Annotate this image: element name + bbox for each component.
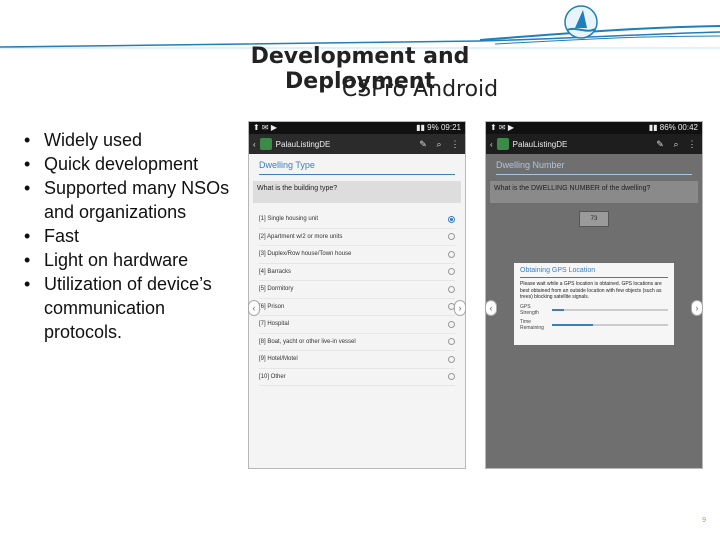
radio-icon[interactable] bbox=[448, 268, 455, 276]
option-label: [5] Dormitory bbox=[259, 286, 294, 293]
dialog-title: Obtaining GPS Location bbox=[520, 267, 668, 278]
radio-icon[interactable] bbox=[448, 355, 455, 363]
option-row[interactable]: [6] Prison bbox=[259, 299, 455, 316]
field-title: Dwelling Number bbox=[496, 160, 692, 175]
radio-icon[interactable] bbox=[448, 338, 455, 346]
option-label: [7] Hospital bbox=[259, 321, 290, 328]
app-icon bbox=[496, 138, 509, 150]
radio-icon[interactable] bbox=[448, 320, 455, 328]
time-remaining-bar bbox=[552, 323, 668, 326]
status-clock: ▮▮ 86% 00:42 bbox=[648, 123, 698, 132]
option-row[interactable]: [5] Dormitory bbox=[259, 281, 455, 299]
radio-icon[interactable] bbox=[448, 233, 455, 241]
previous-arrow-icon[interactable]: ‹ bbox=[485, 300, 497, 316]
page-number: 9 bbox=[702, 517, 706, 524]
overflow-menu-icon[interactable]: ⋮ bbox=[449, 139, 461, 150]
option-row[interactable]: [9] Hotel/Motel bbox=[259, 351, 455, 369]
feature-bullet-list: Widely used Quick development Supported … bbox=[22, 128, 237, 344]
next-arrow-icon[interactable]: › bbox=[454, 300, 466, 316]
option-row[interactable]: [4] Barracks bbox=[259, 264, 455, 281]
radio-icon[interactable] bbox=[448, 285, 455, 293]
field-title: Dwelling Type bbox=[259, 160, 455, 175]
option-label: [6] Prison bbox=[259, 303, 285, 310]
bullet-item: Widely used bbox=[22, 128, 237, 152]
status-icons: ⬆ ✉ ▶ bbox=[253, 123, 278, 132]
bullet-item: Fast bbox=[22, 224, 237, 248]
bullet-item: Supported many NSOs and organizations bbox=[22, 176, 237, 224]
status-bar: ⬆ ✉ ▶ ▮▮ 9% 09:21 bbox=[249, 122, 465, 134]
app-icon bbox=[259, 138, 272, 150]
answer-input[interactable]: 73 bbox=[579, 211, 609, 227]
option-label: [4] Barracks bbox=[259, 268, 292, 275]
question-text: What is the building type? bbox=[253, 181, 461, 203]
option-row[interactable]: [2] Apartment w/2 or more units bbox=[259, 229, 455, 246]
spc-logo-icon bbox=[564, 5, 598, 39]
gps-strength-fill bbox=[552, 308, 564, 311]
radio-selected-icon[interactable] bbox=[448, 215, 455, 223]
gps-dialog: Obtaining GPS Location Please wait while… bbox=[514, 263, 674, 345]
option-row[interactable]: [3] Duplex/Row house/Town house bbox=[259, 246, 455, 264]
option-label: [3] Duplex/Row house/Town house bbox=[259, 251, 352, 258]
status-icons: ⬆ ✉ ▶ bbox=[490, 123, 515, 132]
option-row[interactable]: [8] Boat, yacht or other live-in vessel bbox=[259, 334, 455, 351]
bullet-item: Quick development bbox=[22, 152, 237, 176]
option-row[interactable]: [1] Single housing unit bbox=[259, 211, 455, 229]
time-remaining-label: Time Remaining bbox=[520, 318, 544, 331]
option-label: [8] Boat, yacht or other live-in vessel bbox=[259, 338, 356, 345]
gps-strength-bar bbox=[552, 308, 668, 311]
option-label: [1] Single housing unit bbox=[259, 216, 319, 223]
edit-icon[interactable]: ✎ bbox=[654, 139, 666, 150]
app-bar: ‹ PalauListingDE ✎ ⌕ ⋮ bbox=[249, 134, 465, 154]
gps-strength-label: GPS Strength bbox=[520, 303, 539, 316]
option-row[interactable]: [10] Other bbox=[259, 369, 455, 386]
option-label: [10] Other bbox=[259, 373, 286, 380]
app-bar: ‹ PalauListingDE ✎ ⌕ ⋮ bbox=[486, 134, 702, 154]
search-icon[interactable]: ⌕ bbox=[433, 139, 445, 150]
radio-icon[interactable] bbox=[448, 250, 455, 258]
question-text: What is the DWELLING NUMBER of the dwell… bbox=[490, 181, 698, 203]
overflow-menu-icon[interactable]: ⋮ bbox=[686, 139, 698, 150]
next-arrow-icon[interactable]: › bbox=[691, 300, 703, 316]
previous-arrow-icon[interactable]: ‹ bbox=[248, 300, 260, 316]
time-remaining-fill bbox=[552, 323, 593, 326]
phone-screenshot-gps-dialog: ⬆ ✉ ▶ ▮▮ 86% 00:42 ‹ PalauListingDE ✎ ⌕ … bbox=[485, 121, 703, 469]
phone-screenshot-dwelling-type: ⬆ ✉ ▶ ▮▮ 9% 09:21 ‹ PalauListingDE ✎ ⌕ ⋮… bbox=[248, 121, 466, 469]
status-bar: ⬆ ✉ ▶ ▮▮ 86% 00:42 bbox=[486, 122, 702, 134]
bullet-item: Utilization of device’s communication pr… bbox=[22, 272, 237, 344]
back-icon[interactable]: ‹ bbox=[490, 140, 493, 149]
bullet-item: Light on hardware bbox=[22, 248, 237, 272]
search-icon[interactable]: ⌕ bbox=[670, 139, 682, 150]
radio-icon[interactable] bbox=[448, 373, 455, 381]
option-label: [2] Apartment w/2 or more units bbox=[259, 233, 343, 240]
status-clock: ▮▮ 9% 09:21 bbox=[416, 123, 461, 132]
option-row[interactable]: [7] Hospital bbox=[259, 316, 455, 334]
app-title: PalauListingDE bbox=[512, 139, 568, 149]
edit-icon[interactable]: ✎ bbox=[417, 139, 429, 150]
slide-subtitle: CSPro Android bbox=[341, 77, 499, 102]
dialog-message: Please wait while a GPS location is obta… bbox=[520, 281, 662, 300]
back-icon[interactable]: ‹ bbox=[253, 140, 256, 149]
app-title: PalauListingDE bbox=[275, 139, 331, 149]
option-label: [9] Hotel/Motel bbox=[259, 356, 298, 363]
